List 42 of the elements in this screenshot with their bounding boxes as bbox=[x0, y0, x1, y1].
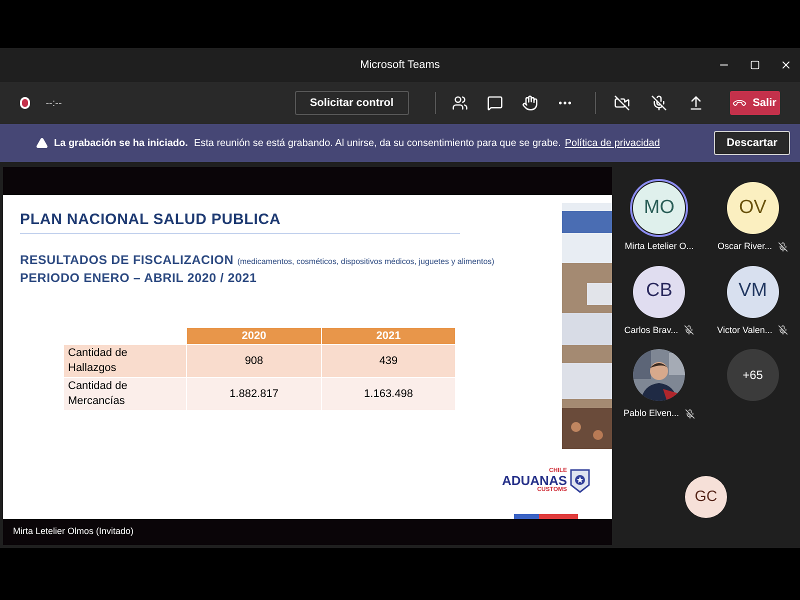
table-cell: 908 bbox=[187, 345, 321, 377]
reaction-icon[interactable] bbox=[522, 95, 538, 111]
participant-name: Mirta Letelier O... bbox=[624, 240, 694, 253]
avatar: VM bbox=[726, 266, 779, 318]
flag-stripe bbox=[514, 514, 578, 519]
slide-period: PERIODO ENERO – ABRIL 2020 / 2021 bbox=[20, 270, 258, 288]
warning-icon bbox=[36, 137, 48, 149]
leave-button[interactable]: Salir bbox=[730, 91, 780, 115]
avatar: CB bbox=[633, 266, 686, 318]
meeting-timer: --:-- bbox=[46, 96, 62, 110]
request-control-button[interactable]: Solicitar control bbox=[294, 91, 409, 115]
table-header: 2021 bbox=[322, 328, 455, 344]
table-cell: Cantidad de Mercancías bbox=[64, 378, 186, 410]
maximize-icon[interactable] bbox=[750, 60, 760, 70]
window-title: Microsoft Teams bbox=[360, 58, 440, 73]
privacy-link[interactable]: Política de privacidad bbox=[564, 136, 660, 150]
logo-text: ADUANAS bbox=[502, 474, 567, 487]
table-cell: 1.882.817 bbox=[187, 378, 321, 410]
participants-icon[interactable] bbox=[452, 95, 468, 111]
participant-name: Carlos Brav... bbox=[624, 324, 678, 336]
table-cell: Cantidad de Hallazgos bbox=[64, 345, 186, 377]
banner-title: La grabación se ha iniciado. bbox=[54, 136, 188, 150]
table-header: 2020 bbox=[187, 328, 321, 344]
avatar: MO bbox=[633, 182, 686, 234]
slide-title: PLAN NACIONAL SALUD PUBLICA bbox=[20, 210, 282, 230]
participant-name: Oscar River... bbox=[718, 240, 772, 253]
presenter-name: Mirta Letelier Olmos (Invitado) bbox=[13, 525, 134, 538]
dismiss-button[interactable]: Descartar bbox=[714, 131, 790, 155]
table-cell: 439 bbox=[322, 345, 455, 377]
more-participants-button[interactable]: +65 bbox=[726, 349, 779, 401]
self-avatar: GC bbox=[685, 476, 727, 518]
mic-off-icon[interactable] bbox=[651, 95, 668, 111]
participant-name: Pablo Elven... bbox=[623, 407, 679, 420]
participant-name: Victor Valen... bbox=[717, 324, 772, 336]
slide-subtitle: RESULTADOS DE FISCALIZACION (medicamentos, cosméticos, dispositivos médicos, juguetes y alimentos) bbox=[20, 252, 496, 268]
chat-icon[interactable] bbox=[487, 95, 504, 111]
shield-icon bbox=[570, 468, 590, 492]
close-icon[interactable] bbox=[780, 59, 792, 71]
banner-message: Esta reunión se está grabando. Al unirse, da su consentimiento para que se grabe. bbox=[194, 136, 561, 150]
camera-off-icon[interactable] bbox=[614, 95, 630, 111]
table-cell: 1.163.498 bbox=[322, 378, 455, 410]
avatar: OV bbox=[726, 182, 779, 234]
